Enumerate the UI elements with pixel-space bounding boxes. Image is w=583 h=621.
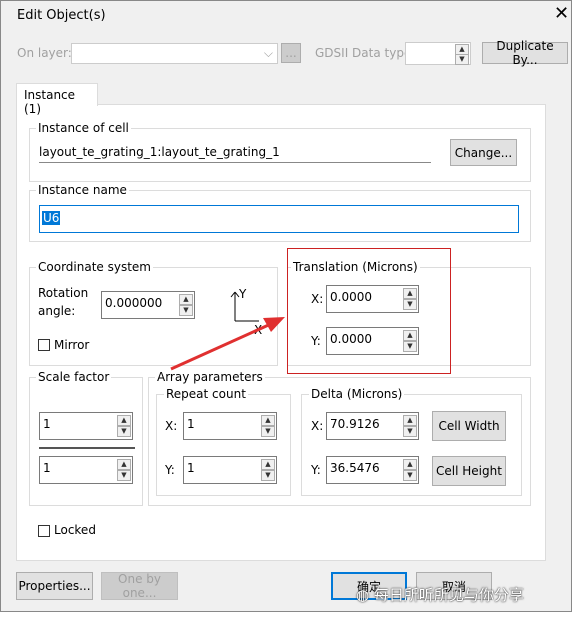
wechat-icon: ◍ [356,586,374,604]
tab-instance[interactable]: Instance (1) [16,83,98,116]
properties-button[interactable]: Properties... [16,572,93,600]
watermark: ◍ 每日所听所见与你分享 [356,584,524,605]
watermark-text: 每日所听所见与你分享 [373,586,524,604]
one-by-one-button[interactable]: One by one... [101,572,178,600]
edit-object-dialog: Edit Object(s) ✕ On layer: ⌵ ... GDSII D… [0,0,572,612]
